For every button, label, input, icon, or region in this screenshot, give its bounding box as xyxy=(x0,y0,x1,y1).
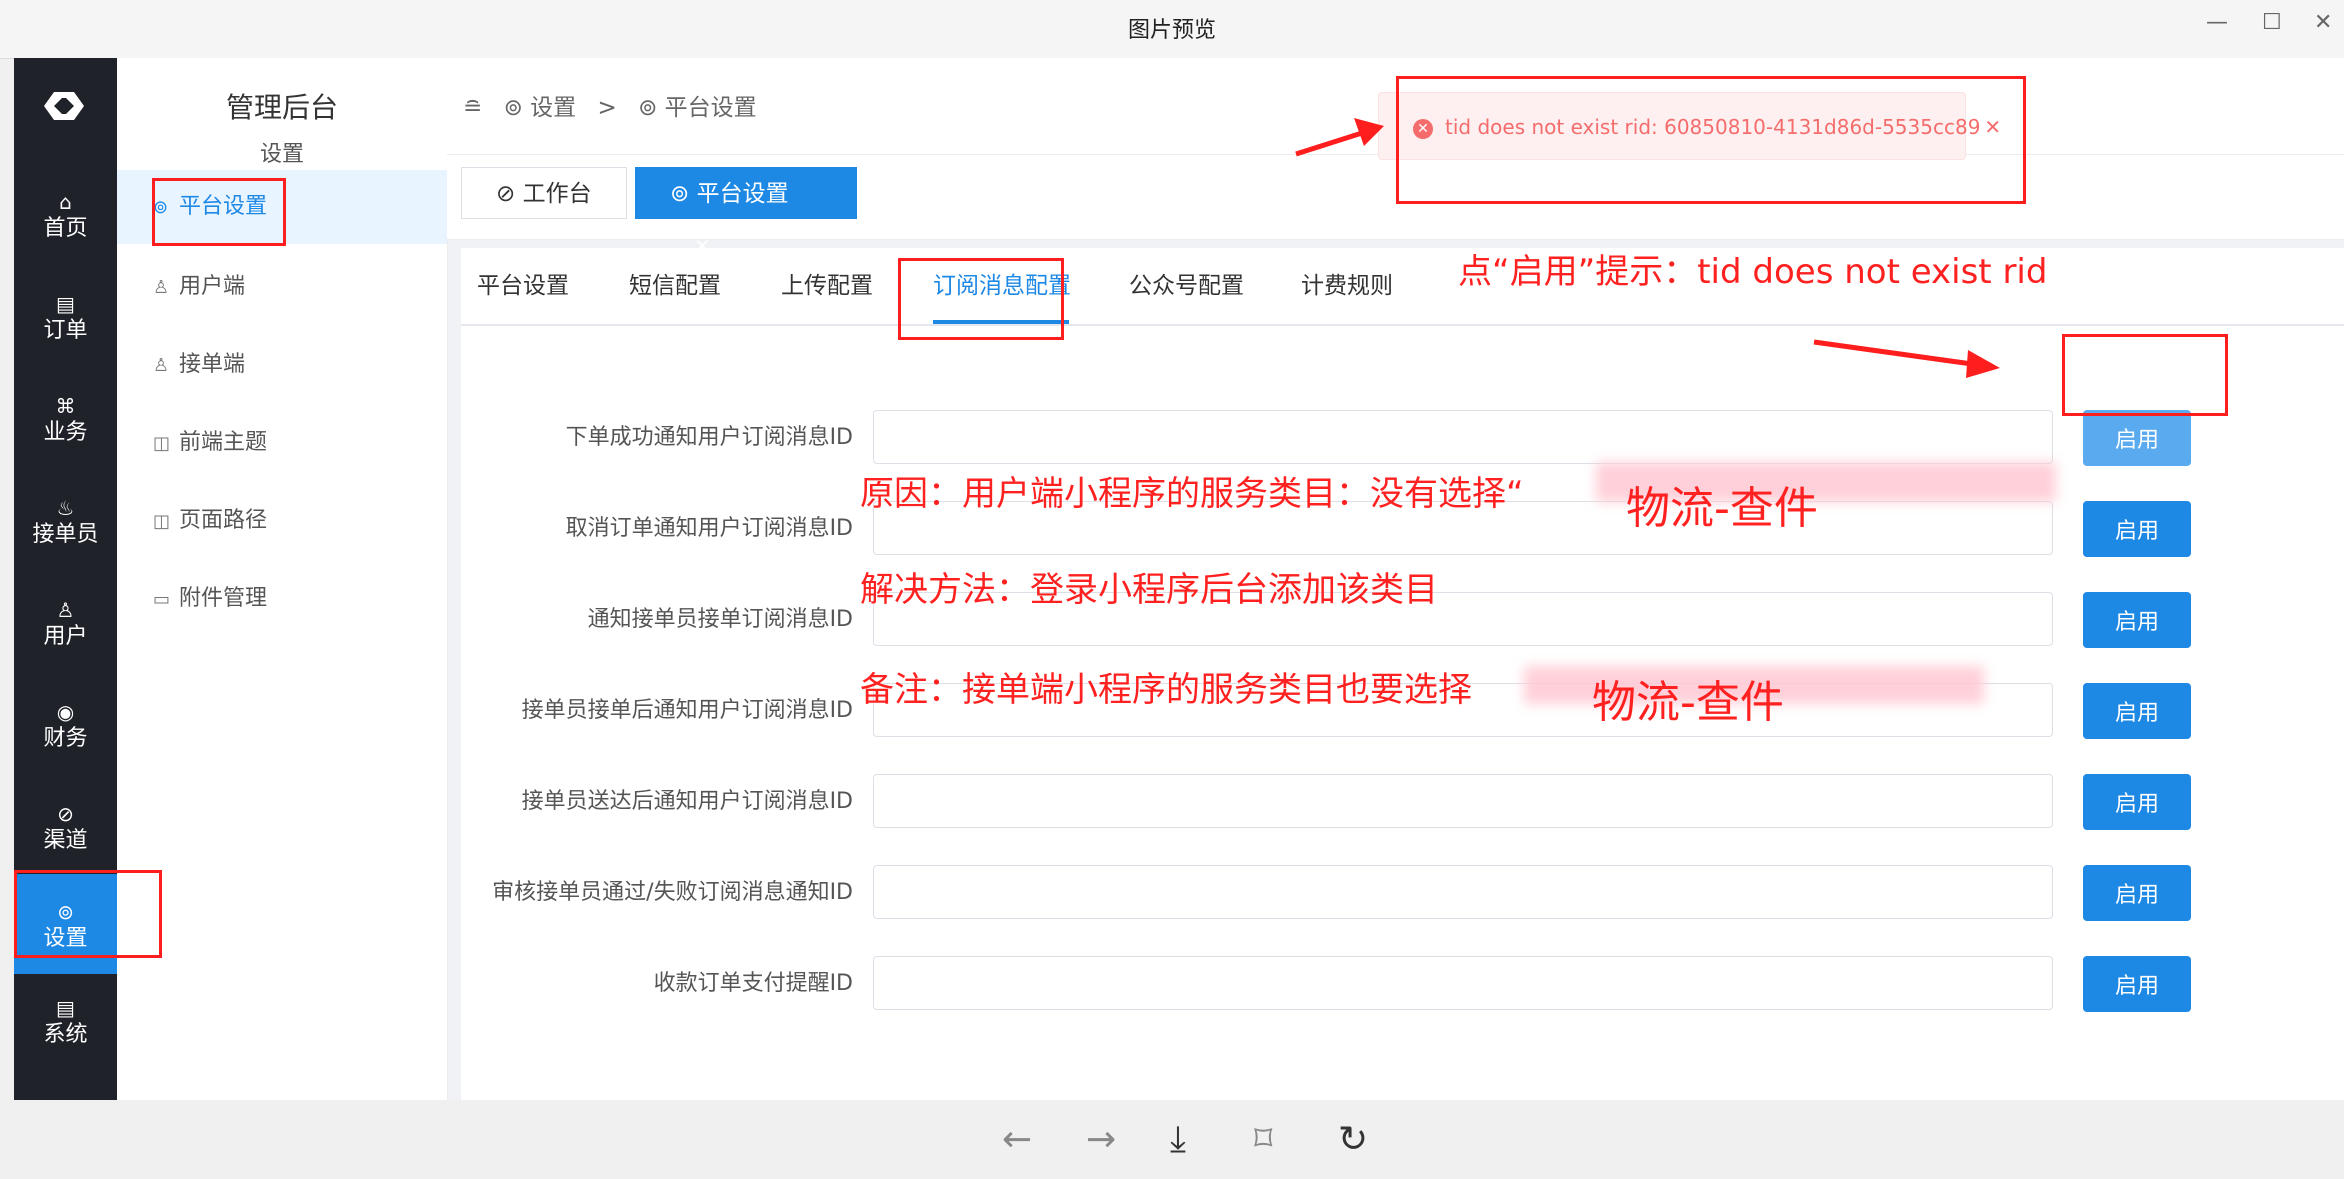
fit-screen-icon[interactable]: ⌑ xyxy=(1254,1122,1272,1158)
annotation-note-item: 物流-查件 xyxy=(1592,677,1784,728)
rotate-icon[interactable]: ↻ xyxy=(1338,1122,1368,1158)
annotation-hint: 点“启用”提示：tid does not exist rid xyxy=(1458,252,2048,292)
preview-toolbar: ← → ⤓ ⌑ ↻ xyxy=(0,1100,2344,1179)
annotation-reason: 原因：用户端小程序的服务类目：没有选择“ xyxy=(860,474,1524,514)
annotation-reason-item: 物流-查件 xyxy=(1626,483,1818,534)
annotation-solution: 解决方法：登录小程序后台添加该类目 xyxy=(860,570,1438,610)
next-icon[interactable]: → xyxy=(1086,1122,1116,1158)
download-icon[interactable]: ⤓ xyxy=(1170,1122,1186,1158)
annotation-note: 备注：接单端小程序的服务类目也要选择 xyxy=(860,670,1472,710)
previous-icon[interactable]: ← xyxy=(1002,1122,1032,1158)
